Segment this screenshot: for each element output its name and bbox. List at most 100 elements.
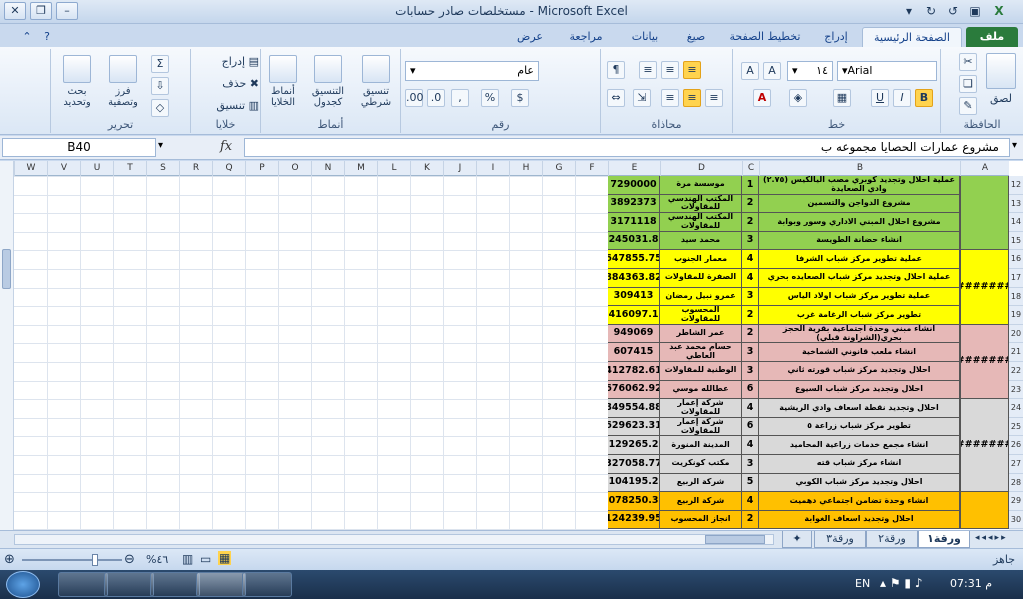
cell-project[interactable]: عملية تطوير مركز شباب اولاد الياس: [759, 287, 960, 307]
insert-function-icon[interactable]: fx: [220, 139, 232, 154]
cell-amount[interactable]: 412782.61: [608, 362, 660, 381]
tab-page-layout[interactable]: تخطيط الصفحة: [722, 27, 808, 47]
undo-icon[interactable]: ↺: [944, 3, 962, 20]
row-header[interactable]: 15: [1009, 232, 1023, 251]
cell-contractor[interactable]: عمرو نبيل رمضان: [660, 287, 742, 307]
merge-center-icon[interactable]: ⇔: [607, 89, 625, 107]
vertical-scrollbar[interactable]: [0, 161, 14, 530]
media-player-taskbar-icon[interactable]: [104, 572, 154, 597]
column-header[interactable]: R: [179, 161, 212, 176]
insert-cells-button[interactable]: ▤ إدراج: [193, 55, 259, 68]
cell-project[interactable]: احلال وتجديد نقطة اسعاف وادي الريشية: [759, 399, 960, 418]
row-header[interactable]: 23: [1009, 381, 1023, 400]
zoom-slider-thumb[interactable]: [92, 554, 98, 566]
tab-review[interactable]: مراجعة: [558, 27, 614, 47]
horizontal-scrollbar[interactable]: [14, 534, 774, 545]
zoom-in-icon[interactable]: ⊕: [4, 552, 15, 567]
row-header[interactable]: 26: [1009, 436, 1023, 455]
align-top-icon[interactable]: ≡: [683, 61, 701, 79]
row-header[interactable]: 16: [1009, 250, 1023, 269]
cell-project[interactable]: تطوير مركز شباب الرغامة غرب: [759, 306, 960, 325]
delete-cells-button[interactable]: ✖ حذف: [193, 77, 259, 90]
cell-styles-button[interactable]: أنماط الخلايا: [261, 55, 305, 108]
cell-count[interactable]: 3: [742, 287, 759, 307]
font-size-combo[interactable]: ١٤ ▾: [787, 61, 833, 81]
row-header[interactable]: 29: [1009, 492, 1023, 511]
row-header[interactable]: 24: [1009, 399, 1023, 418]
format-cells-button[interactable]: ▥ تنسيق: [193, 99, 259, 112]
cell-group-total[interactable]: #########: [960, 399, 1009, 493]
align-center-icon[interactable]: ≡: [683, 89, 701, 107]
cell-count[interactable]: 2: [742, 306, 759, 325]
sheet-tab-1[interactable]: ورقة١: [918, 531, 970, 548]
align-middle-icon[interactable]: ≡: [661, 61, 679, 79]
cell-count[interactable]: 4: [742, 436, 759, 455]
column-header[interactable]: D: [660, 161, 742, 176]
cell-project[interactable]: انشاء وحدة تضامن اجتماعي دهميت: [759, 492, 960, 511]
cell-contractor[interactable]: معمار الجنوب: [660, 250, 742, 269]
zoom-out-icon[interactable]: ⊖: [124, 552, 135, 567]
cell-contractor[interactable]: المدينة المنورة: [660, 436, 742, 455]
cell-contractor[interactable]: عمر الشاطر: [660, 324, 742, 344]
cell-amount[interactable]: 309413: [608, 287, 660, 307]
cell-amount[interactable]: 607415: [608, 343, 660, 362]
cell-count[interactable]: 5: [742, 473, 759, 493]
cell-count[interactable]: 4: [742, 492, 759, 511]
fill-icon[interactable]: ⇩: [151, 77, 169, 95]
tab-formulas[interactable]: صيغ: [676, 27, 716, 47]
row-header[interactable]: 22: [1009, 362, 1023, 381]
row-header[interactable]: 20: [1009, 325, 1023, 344]
grow-font-icon[interactable]: A: [763, 62, 781, 80]
name-box[interactable]: B40: [2, 138, 156, 157]
cell-count[interactable]: 2: [742, 213, 759, 232]
wrap-text-icon[interactable]: ⇲: [633, 89, 651, 107]
borders-icon[interactable]: ▦: [833, 89, 851, 107]
column-header[interactable]: M: [344, 161, 377, 176]
font-color-icon[interactable]: A: [753, 89, 771, 107]
cell-project[interactable]: انشاء مجمع خدمات زراعية المحاميد: [759, 436, 960, 455]
normal-view-icon[interactable]: ▦: [218, 551, 232, 565]
start-button-icon[interactable]: [6, 571, 40, 598]
cell-count[interactable]: 2: [742, 324, 759, 344]
increase-decimal-icon[interactable]: .0: [427, 89, 445, 107]
cell-contractor[interactable]: شركة إعمار للمقاولات: [660, 399, 742, 418]
minimize-window-button[interactable]: –: [56, 2, 78, 20]
cell-amount[interactable]: 1104195.28: [608, 473, 660, 493]
scroll-thumb[interactable]: [2, 249, 11, 289]
shrink-font-icon[interactable]: A: [741, 62, 759, 80]
column-header[interactable]: F: [575, 161, 608, 176]
cell-contractor[interactable]: المكتب الهندسي للمقاولات: [660, 213, 742, 232]
row-header[interactable]: 18: [1009, 288, 1023, 307]
align-bottom-icon[interactable]: ≡: [639, 61, 657, 79]
cell-amount[interactable]: 7290000: [608, 176, 660, 195]
expand-formula-icon[interactable]: ▾: [1012, 140, 1017, 151]
align-left-icon[interactable]: ≡: [661, 89, 679, 107]
cell-amount[interactable]: 129265.2: [608, 436, 660, 455]
tab-data[interactable]: بيانات: [620, 27, 670, 47]
cell-project[interactable]: احلال وتجديد اسعاف الغوابة: [759, 510, 960, 530]
cell-contractor[interactable]: شركة إعمار للمقاولات: [660, 417, 742, 437]
column-header[interactable]: H: [509, 161, 542, 176]
cell-project[interactable]: احلال وتجديد مركز شباب الكوبي: [759, 473, 960, 493]
cell-project[interactable]: تطوير مركز شباب زراعة ٥: [759, 417, 960, 437]
chrome-taskbar-icon[interactable]: [150, 572, 200, 597]
cut-icon[interactable]: ✂: [959, 53, 977, 71]
new-sheet-icon[interactable]: ✦: [782, 531, 812, 548]
column-header[interactable]: L: [377, 161, 410, 176]
cell-amount[interactable]: 3171118: [608, 213, 660, 232]
row-header[interactable]: 19: [1009, 306, 1023, 325]
name-box-dropdown-icon[interactable]: ▾: [158, 140, 163, 151]
column-header[interactable]: J: [443, 161, 476, 176]
cell-count[interactable]: 3: [742, 231, 759, 251]
cell-project[interactable]: مشروع الدواجن والتسمين: [759, 194, 960, 214]
cell-count[interactable]: 4: [742, 269, 759, 288]
close-window-button[interactable]: ✕: [4, 2, 26, 20]
cell-amount[interactable]: 3892373: [608, 194, 660, 214]
column-header[interactable]: T: [113, 161, 146, 176]
row-header[interactable]: 12: [1009, 176, 1023, 195]
cell-amount[interactable]: 647855.75: [608, 250, 660, 269]
cell-count[interactable]: 4: [742, 399, 759, 418]
cell-amount[interactable]: 849554.88: [608, 399, 660, 418]
restore-window-button[interactable]: ❐: [30, 2, 52, 20]
cell-group-total[interactable]: [960, 176, 1009, 251]
